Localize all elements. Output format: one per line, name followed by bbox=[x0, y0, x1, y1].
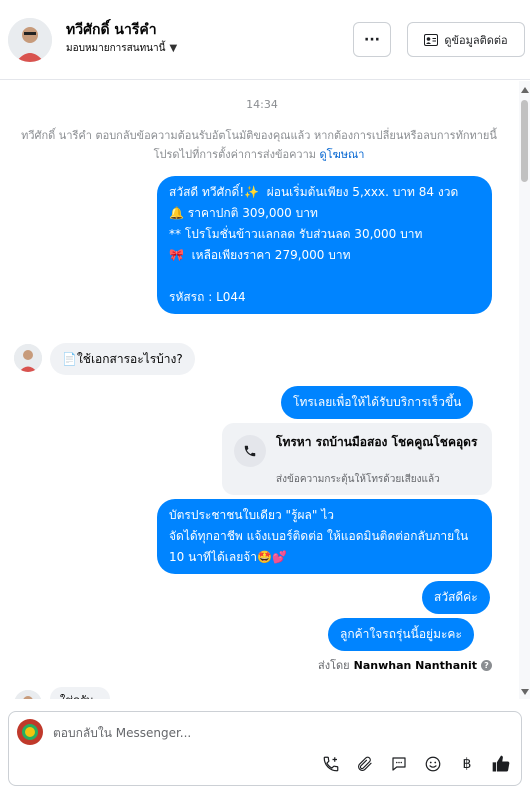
composer-toolbar: ฿ bbox=[321, 754, 511, 774]
contact-avatar-small bbox=[14, 690, 42, 699]
outgoing-message[interactable]: โทรเลยเพื่อให้ได้รับบริการเร็วขึ้น bbox=[281, 386, 474, 419]
scroll-down-arrow-icon[interactable] bbox=[521, 689, 529, 695]
outgoing-message[interactable]: สวัสดี ทวีศักดิ์!✨ ผ่อนเริ่มต้นเพียง 5,x… bbox=[157, 176, 492, 314]
system-notice: ทวีศักดิ์ นารีคำ ตอบกลับข้อความต้อนรับอั… bbox=[14, 126, 504, 164]
sent-by-label: ส่งโดย Nanwhan Nanthanit ? bbox=[318, 656, 492, 674]
call-button-card[interactable]: โทรหา รถบ้านมือสอง โชคคูณโชคอุดร ส่งข้อค… bbox=[222, 423, 492, 495]
contact-name[interactable]: ทวีศักดิ์ นารีคำ bbox=[66, 19, 157, 41]
outgoing-message[interactable]: บัตรประชาชนใบเดียว "รู้ผล" ไว จัดได้ทุกอ… bbox=[157, 499, 492, 574]
more-icon: ··· bbox=[364, 31, 380, 48]
incoming-message[interactable]: 📄ใช้เอกสารอะไรบ้าง? bbox=[50, 343, 195, 375]
assign-label: มอบหมายการสนทนานี้ bbox=[66, 43, 166, 54]
contact-card-icon bbox=[424, 33, 439, 46]
scroll-up-arrow-icon[interactable] bbox=[521, 87, 529, 93]
scrollbar-thumb[interactable] bbox=[521, 100, 528, 182]
phone-icon-wrap bbox=[234, 435, 266, 467]
outgoing-message[interactable]: สวัสดีค่ะ bbox=[422, 581, 490, 614]
contact-avatar-small bbox=[14, 344, 42, 372]
conversation-header: ทวีศักดิ์ นารีคำ มอบหมายการสนทนานี้ ▼ ··… bbox=[0, 0, 530, 80]
sent-by-prefix: ส่งโดย bbox=[318, 659, 350, 672]
view-contact-info-label: ดูข้อมูลติดต่อ bbox=[444, 33, 508, 47]
add-call-icon[interactable] bbox=[321, 754, 341, 774]
incoming-message[interactable]: ใช่ครับ bbox=[50, 687, 110, 699]
like-icon[interactable] bbox=[491, 754, 511, 774]
view-ad-link[interactable]: ดูโฆษณา bbox=[320, 148, 365, 161]
more-options-button[interactable]: ··· bbox=[353, 22, 391, 57]
message-thread[interactable]: 14:34 ทวีศักดิ์ นารีคำ ตอบกลับข้อความต้อ… bbox=[0, 81, 530, 699]
help-icon[interactable]: ? bbox=[481, 659, 492, 671]
attach-icon[interactable] bbox=[355, 754, 375, 774]
page-avatar bbox=[17, 719, 43, 745]
sent-by-name: Nanwhan Nanthanit bbox=[353, 658, 477, 672]
call-card-title: โทรหา รถบ้านมือสอง โชคคูณโชคอุดร bbox=[276, 435, 478, 449]
message-timestamp: 14:34 bbox=[246, 98, 278, 111]
view-contact-info-button[interactable]: ดูข้อมูลติดต่อ bbox=[407, 22, 525, 57]
saved-reply-icon[interactable] bbox=[389, 754, 409, 774]
baht-icon[interactable]: ฿ bbox=[457, 754, 477, 774]
phone-icon bbox=[244, 445, 256, 457]
contact-avatar[interactable] bbox=[8, 18, 52, 62]
reply-composer: ฿ bbox=[8, 711, 522, 786]
outgoing-message[interactable]: ลูกค้าใจรถรุ่นนี้อยู่มะคะ bbox=[328, 618, 474, 651]
reply-input[interactable] bbox=[53, 722, 473, 744]
assign-conversation-dropdown[interactable]: มอบหมายการสนทนานี้ ▼ bbox=[66, 41, 177, 56]
emoji-icon[interactable] bbox=[423, 754, 443, 774]
system-notice-text: ทวีศักดิ์ นารีคำ ตอบกลับข้อความต้อนรับอั… bbox=[21, 129, 497, 161]
call-card-subtitle: ส่งข้อความกระตุ้นให้โทรด้วยเสียงแล้ว bbox=[276, 474, 440, 485]
caret-down-icon: ▼ bbox=[169, 43, 178, 54]
